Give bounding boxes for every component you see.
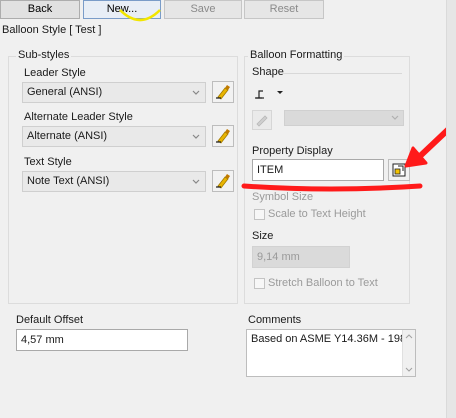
symbol-size-label: Symbol Size <box>252 191 314 203</box>
scale-to-text-height-label: Scale to Text Height <box>268 208 366 220</box>
shape-dropdown-button[interactable] <box>252 84 286 102</box>
shape-divider <box>282 73 402 74</box>
chevron-down-icon <box>192 90 200 95</box>
chevron-down-icon <box>192 179 200 184</box>
text-style-pick-button[interactable] <box>212 170 234 192</box>
cursor-highlight-icon <box>119 9 161 22</box>
reset-button[interactable]: Reset <box>244 0 324 19</box>
pencil-pick-icon <box>216 85 230 100</box>
leader-style-label: Leader Style <box>24 67 86 79</box>
comments-label: Comments <box>248 314 302 326</box>
substyles-group-label: Sub-styles <box>16 49 72 61</box>
property-display-input[interactable]: ITEM <box>252 159 384 181</box>
leader-style-select[interactable]: General (ANSI) <box>22 82 206 103</box>
property-display-pick-button[interactable] <box>388 159 410 181</box>
stretch-balloon-checkbox[interactable] <box>254 278 265 289</box>
shape-label: Shape <box>252 66 284 78</box>
balloon-formatting-group-label: Balloon Formatting <box>248 49 345 61</box>
leader-style-value: General (ANSI) <box>27 86 103 98</box>
shape-custom-pick-button[interactable] <box>252 110 272 130</box>
pencil-pick-icon <box>216 129 230 144</box>
comments-textarea[interactable]: Based on ASME Y14.36M - 1989 <box>246 329 416 377</box>
leader-style-pick-button[interactable] <box>212 81 234 103</box>
chevron-down-icon <box>192 134 200 139</box>
stretch-balloon-label: Stretch Balloon to Text <box>268 277 378 289</box>
alt-leader-style-value: Alternate (ANSI) <box>27 130 108 142</box>
custom-shape-select[interactable] <box>284 110 404 126</box>
text-style-label: Text Style <box>24 156 72 168</box>
text-style-value: Note Text (ANSI) <box>27 175 110 187</box>
default-offset-input[interactable]: 4,57 mm <box>16 329 188 351</box>
size-input[interactable]: 9,14 mm <box>252 246 350 268</box>
property-chooser-icon <box>392 163 406 177</box>
comments-text: Based on ASME Y14.36M - 1989 <box>251 333 413 345</box>
back-button[interactable]: Back <box>0 0 80 19</box>
alt-leader-style-pick-button[interactable] <box>212 125 234 147</box>
scale-to-text-height-checkbox[interactable] <box>254 209 265 220</box>
page-title: Balloon Style [ Test ] <box>2 24 102 36</box>
alt-leader-style-select[interactable]: Alternate (ANSI) <box>22 126 206 147</box>
chevron-down-icon <box>391 115 399 120</box>
property-display-label: Property Display <box>252 145 333 157</box>
comments-scrollbar[interactable] <box>402 330 415 376</box>
text-style-select[interactable]: Note Text (ANSI) <box>22 171 206 192</box>
pencil-pick-icon <box>216 174 230 189</box>
size-label: Size <box>252 230 274 242</box>
default-offset-label: Default Offset <box>16 314 84 326</box>
scroll-up-icon <box>405 334 413 339</box>
custom-shape-icon <box>256 115 268 127</box>
window-edge <box>446 0 456 418</box>
scroll-down-icon <box>405 367 413 372</box>
alt-leader-style-label: Alternate Leader Style <box>24 111 133 123</box>
balloon-shape-icon <box>255 90 283 99</box>
